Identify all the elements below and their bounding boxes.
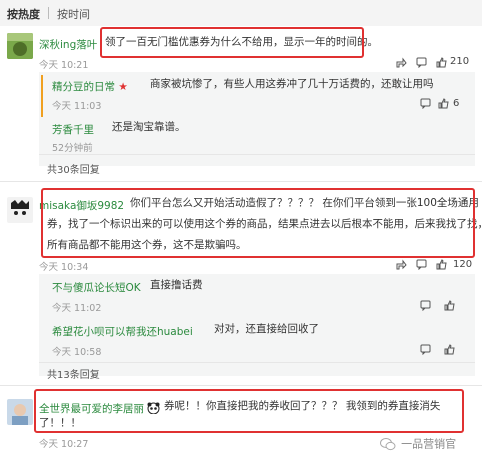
reply-author[interactable]: 芳香千里: [52, 122, 94, 137]
like-icon[interactable]: [436, 57, 447, 68]
like-count: 120: [453, 259, 473, 270]
comment-icon[interactable]: [416, 57, 427, 68]
divider: [0, 181, 482, 182]
avatar[interactable]: [7, 399, 33, 425]
highlight-box: [100, 27, 364, 58]
divider: [39, 154, 475, 155]
reply-time: 今天 11:03: [52, 101, 102, 112]
more-replies-link[interactable]: 共30条回复: [47, 161, 100, 176]
share-icon[interactable]: [396, 57, 407, 68]
reply-accent-bar: [41, 75, 43, 117]
reply-text: 直接撸话费: [150, 279, 203, 291]
more-replies-link[interactable]: 共13条回复: [47, 366, 100, 381]
comment-author[interactable]: 深秋ing落叶: [39, 37, 97, 52]
divider: [0, 385, 482, 386]
comment-icon[interactable]: [416, 259, 427, 270]
comment-icon[interactable]: [420, 98, 431, 109]
sort-divider: [48, 7, 49, 19]
wechat-icon: [380, 437, 396, 450]
reply-time: 今天 10:58: [52, 347, 102, 358]
reply-author[interactable]: 精分豆的日常 ★: [52, 79, 128, 94]
like-icon[interactable]: [444, 300, 455, 311]
avatar[interactable]: [7, 197, 33, 223]
comment-icon[interactable]: [420, 344, 431, 355]
watermark: 一品营销官: [380, 433, 456, 451]
like-count: 210: [450, 56, 470, 67]
like-icon[interactable]: [438, 98, 449, 109]
reply-author[interactable]: 希望花小呗可以帮我还huabei: [52, 324, 193, 339]
comment-time: 今天 10:34: [39, 262, 89, 273]
sort-by-hot[interactable]: 按热度: [7, 6, 40, 22]
reply-time: 今天 11:02: [52, 303, 102, 314]
like-icon[interactable]: [444, 344, 455, 355]
like-icon[interactable]: [436, 259, 447, 270]
highlight-box: [34, 389, 464, 433]
reply-text: 商家被坑惨了，有些人用这券冲了几十万话费的，还敢让用吗: [150, 78, 434, 90]
divider: [39, 362, 475, 363]
highlight-box: [41, 188, 475, 258]
share-icon[interactable]: [396, 259, 407, 270]
sort-bar: 按热度 按时间: [0, 0, 482, 26]
reply-text: 还是淘宝靠谱。: [112, 121, 186, 133]
comment-icon[interactable]: [420, 300, 431, 311]
comment-time: 今天 10:27: [39, 439, 89, 450]
avatar[interactable]: [7, 33, 33, 59]
reply-author[interactable]: 不与傻瓜论长短OK: [52, 280, 141, 295]
reply-text: 对对，还直接给回收了: [214, 323, 319, 335]
reply-time: 52分钟前: [52, 143, 93, 154]
like-count: 6: [453, 98, 460, 109]
sort-by-time[interactable]: 按时间: [57, 6, 90, 22]
watermark-text: 一品营销官: [401, 437, 457, 451]
heart-emoji-icon: ★: [118, 81, 128, 93]
comment-time: 今天 10:21: [39, 60, 89, 71]
